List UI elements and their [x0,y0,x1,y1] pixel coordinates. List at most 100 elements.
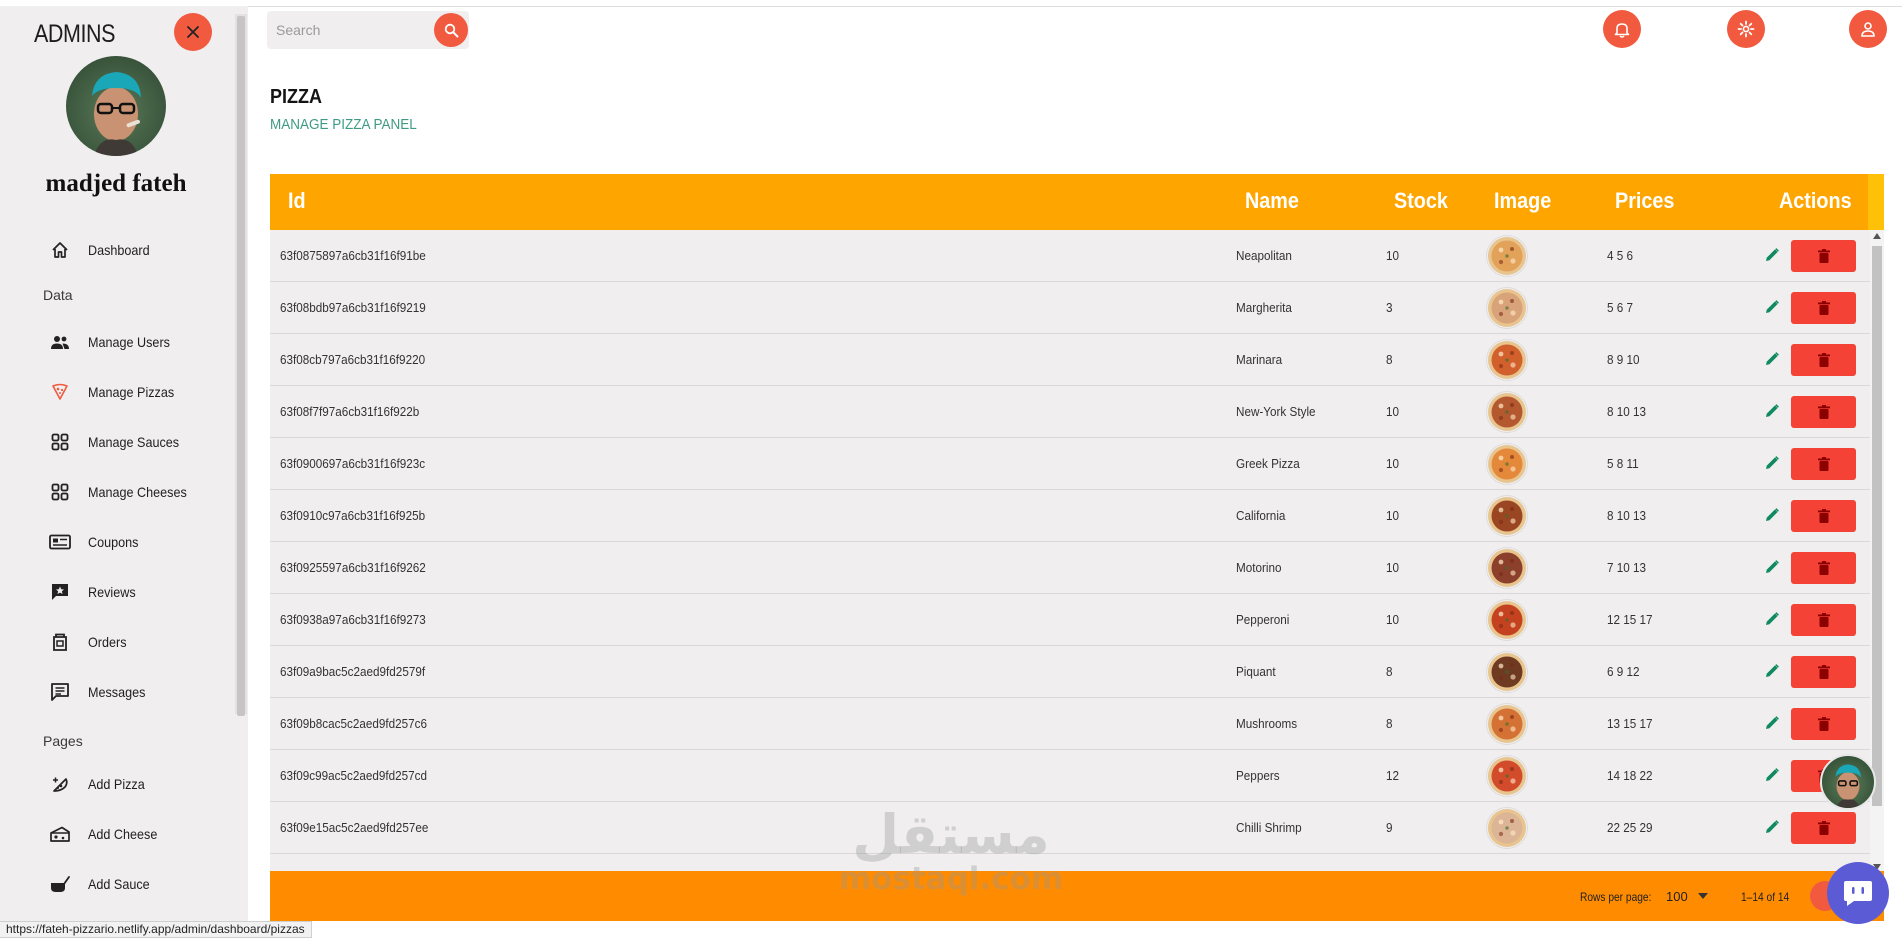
gear-icon [1737,20,1755,38]
column-header-id[interactable]: Id [288,188,306,214]
cell-name: Neapolitan [1236,248,1292,263]
search-icon [444,23,458,37]
cell-name: Motorino [1236,560,1282,575]
sidebar-item-dashboard[interactable]: Dashboard [48,236,157,264]
edit-button[interactable] [1761,296,1783,318]
sidebar-item-label: Add Sauce [88,876,150,892]
pencil-icon [1766,560,1779,573]
delete-button[interactable] [1791,240,1856,272]
cell-stock: 10 [1386,248,1400,263]
cell-prices: 6 9 12 [1607,664,1640,679]
delete-button[interactable] [1791,552,1856,584]
sidebar-item-orders[interactable]: Orders [48,628,131,656]
sidebar-scrollbar-thumb[interactable] [237,16,245,716]
cell-name: California [1236,508,1286,523]
orders-icon [48,630,72,654]
column-header-actions[interactable]: Actions [1779,188,1852,214]
table-row[interactable]: 63f09e15ac5c2aed9fd257ee Chilli Shrimp 9 22… [270,802,1870,854]
pencil-icon [1766,248,1779,261]
table-row[interactable]: 63f0900697a6cb31f16f923c Greek Pizza 10 5 8… [270,438,1870,490]
edit-button[interactable] [1761,660,1783,682]
floating-avatar[interactable] [1820,754,1876,810]
sidebar-item-messages[interactable]: Messages [48,678,152,706]
table-row[interactable]: 63f09c99ac5c2aed9fd257cd Peppers 12 14 18 2… [270,750,1870,802]
table-row[interactable]: 63f0875897a6cb31f16f91be Neapolitan 10 4 5 … [270,230,1870,282]
sidebar-item-label: Orders [88,634,127,650]
edit-button[interactable] [1761,244,1783,266]
trash-icon [1817,717,1830,731]
search-button[interactable] [434,13,468,47]
table-row[interactable]: 63f08bdb97a6cb31f16f9219 Margherita 3 5 6 7 [270,282,1870,334]
delete-button[interactable] [1791,812,1856,844]
sidebar-item-add-pizza[interactable]: Add Pizza [48,770,151,798]
delete-button[interactable] [1791,448,1856,480]
chat-icon [1844,881,1872,906]
sidebar-item-manage-pizzas[interactable]: Manage Pizzas [48,378,184,406]
delete-button[interactable] [1791,656,1856,688]
pencil-icon [1766,716,1779,729]
cell-name: Peppers [1236,768,1280,783]
edit-button[interactable] [1761,504,1783,526]
sidebar-item-label: Manage Sauces [88,434,180,450]
pizza-icon [48,380,72,404]
table-row[interactable]: 63f09a9bac5c2aed9fd2579f Piquant 8 6 9 12 [270,646,1870,698]
settings-button[interactable] [1727,10,1765,48]
cell-name: Pepperoni [1236,612,1290,627]
column-header-stock[interactable]: Stock [1394,188,1448,214]
rows-per-page-select[interactable]: 100 [1666,885,1712,907]
user-icon [1861,22,1875,37]
sidebar-item-manage-cheeses[interactable]: Manage Cheeses [48,478,198,506]
pizza-image [1488,549,1526,587]
search-input[interactable] [267,11,437,49]
table-row[interactable]: 63f09b8cac5c2aed9fd257c6 Mushrooms 8 13 15 … [270,698,1870,750]
delete-button[interactable] [1791,396,1856,428]
cell-id: 63f0925597a6cb31f16f9262 [280,560,426,575]
cell-id: 63f08bdb97a6cb31f16f9219 [280,300,426,315]
close-sidebar-button[interactable] [174,13,212,51]
edit-button[interactable] [1761,452,1783,474]
notifications-button[interactable] [1603,10,1641,48]
edit-button[interactable] [1761,608,1783,630]
table-scrollbar-thumb[interactable] [1872,246,1882,806]
scroll-up-icon[interactable] [1873,233,1881,239]
delete-button[interactable] [1791,500,1856,532]
trash-icon [1817,405,1830,419]
pizza-image [1488,289,1526,327]
chat-button[interactable] [1827,862,1889,924]
delete-button[interactable] [1791,604,1856,636]
sidebar-item-manage-sauces[interactable]: Manage Sauces [48,428,189,456]
sidebar-item-add-cheese[interactable]: Add Cheese [48,820,165,848]
edit-button[interactable] [1761,348,1783,370]
table-row[interactable]: 63f08cb797a6cb31f16f9220 Marinara 8 8 9 10 [270,334,1870,386]
table-row[interactable]: 63f0925597a6cb31f16f9262 Motorino 10 7 10 1… [270,542,1870,594]
edit-button[interactable] [1761,816,1783,838]
sidebar: ADMINS madjed fateh Dashboard Data Manag… [0,6,248,921]
sidebar-item-add-sauce[interactable]: Add Sauce [48,870,157,898]
cell-prices: 8 10 13 [1607,404,1647,419]
edit-button[interactable] [1761,712,1783,734]
sidebar-item-coupons[interactable]: Coupons [48,528,144,556]
sidebar-item-label: Add Pizza [88,776,145,792]
column-header-image[interactable]: Image [1494,188,1551,214]
column-header-name[interactable]: Name [1245,188,1299,214]
cell-name: Greek Pizza [1236,456,1300,471]
profile-button[interactable] [1849,10,1887,48]
table-row[interactable]: 63f08f7f97a6cb31f16f922b New-York Style 10… [270,386,1870,438]
sidebar-scrollbar[interactable] [235,14,247,716]
delete-button[interactable] [1791,708,1856,740]
nav-section-data: Data [43,287,73,303]
avatar [66,56,166,156]
table-row[interactable]: 63f0938a97a6cb31f16f9273 Pepperoni 10 12 15… [270,594,1870,646]
edit-button[interactable] [1761,764,1783,786]
edit-button[interactable] [1761,400,1783,422]
delete-button[interactable] [1791,344,1856,376]
column-header-prices[interactable]: Prices [1615,188,1674,214]
sidebar-item-manage-users[interactable]: Manage Users [48,328,179,356]
table-row[interactable]: 63f0910c97a6cb31f16f925b California 10 8 10… [270,490,1870,542]
cell-stock: 10 [1386,612,1400,627]
sidebar-item-label: Coupons [88,534,139,550]
sidebar-item-reviews[interactable]: Reviews [48,578,141,606]
delete-button[interactable] [1791,292,1856,324]
pizza-image [1488,757,1526,795]
edit-button[interactable] [1761,556,1783,578]
